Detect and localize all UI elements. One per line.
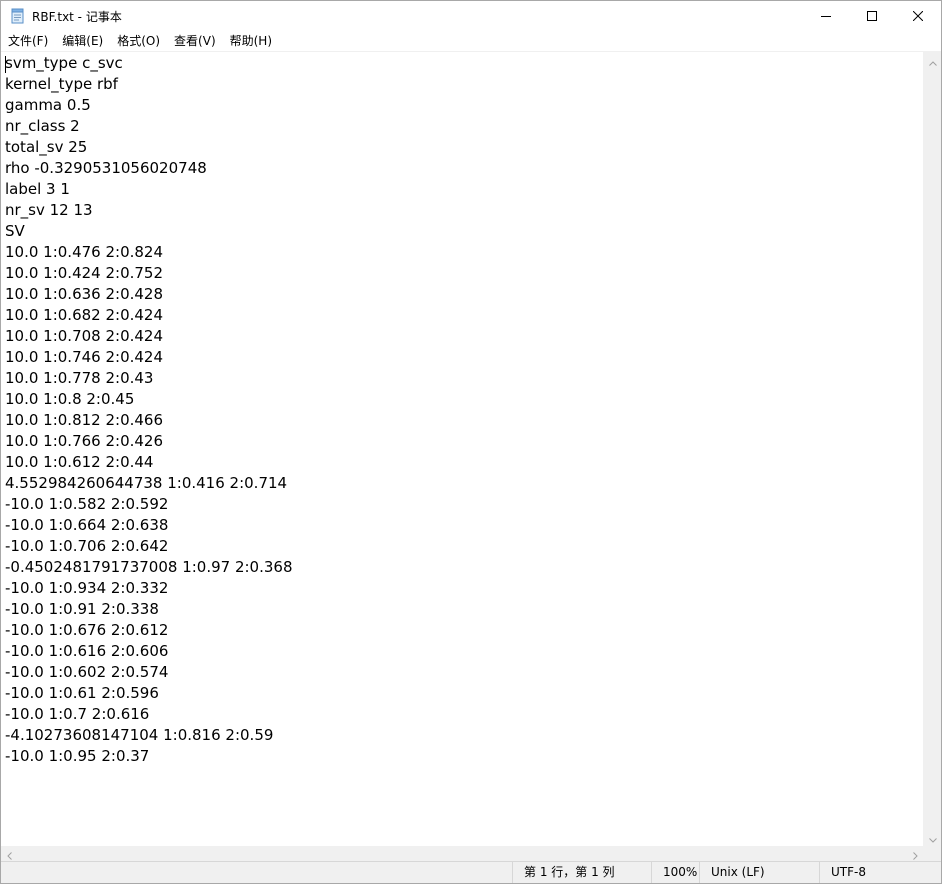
maximize-button[interactable] xyxy=(849,1,895,31)
chevron-up-icon xyxy=(928,51,937,70)
text-line[interactable]: nr_class 2 xyxy=(5,116,293,137)
status-bar: 第 1 行，第 1 列 100% Unix (LF) UTF-8 xyxy=(1,861,941,883)
text-line[interactable]: 10.0 1:0.612 2:0.44 xyxy=(5,452,293,473)
chevron-down-icon xyxy=(928,828,937,847)
encoding: UTF-8 xyxy=(819,862,941,883)
editor-content[interactable]: svm_type c_svc kernel_type rbf gamma 0.5 nr… xyxy=(5,53,293,767)
text-line[interactable]: 10.0 1:0.424 2:0.752 xyxy=(5,263,293,284)
text-line[interactable]: -10.0 1:0.582 2:0.592 xyxy=(5,494,293,515)
text-line[interactable]: svm_type c_svc xyxy=(5,53,293,74)
minimize-icon xyxy=(821,11,831,21)
menu-bar: 文件(F) 编辑(E) 格式(O) 查看(V) 帮助(H) xyxy=(1,31,941,52)
text-line[interactable]: -10.0 1:0.7 2:0.616 xyxy=(5,704,293,725)
text-line[interactable]: total_sv 25 xyxy=(5,137,293,158)
text-line[interactable]: label 3 1 xyxy=(5,179,293,200)
text-line[interactable]: 10.0 1:0.778 2:0.43 xyxy=(5,368,293,389)
minimize-button[interactable] xyxy=(803,1,849,31)
menu-help[interactable]: 帮助(H) xyxy=(223,31,279,51)
text-line[interactable]: 10.0 1:0.766 2:0.426 xyxy=(5,431,293,452)
text-line[interactable]: -10.0 1:0.934 2:0.332 xyxy=(5,578,293,599)
text-line[interactable]: -10.0 1:0.95 2:0.37 xyxy=(5,746,293,767)
vertical-scrollbar[interactable] xyxy=(923,52,941,846)
menu-edit[interactable]: 编辑(E) xyxy=(55,31,110,51)
text-line[interactable]: kernel_type rbf xyxy=(5,74,293,95)
text-line[interactable]: rho -0.3290531056020748 xyxy=(5,158,293,179)
window-controls xyxy=(803,1,941,31)
text-line[interactable]: nr_sv 12 13 xyxy=(5,200,293,221)
close-icon xyxy=(913,11,923,21)
cursor-position: 第 1 行，第 1 列 xyxy=(512,862,651,883)
text-line[interactable]: 10.0 1:0.708 2:0.424 xyxy=(5,326,293,347)
menu-format[interactable]: 格式(O) xyxy=(110,31,167,51)
scroll-down-button[interactable] xyxy=(924,829,941,846)
text-line[interactable]: SV xyxy=(5,221,293,242)
text-line[interactable]: 10.0 1:0.682 2:0.424 xyxy=(5,305,293,326)
line-ending: Unix (LF) xyxy=(699,862,819,883)
text-line[interactable]: -4.10273608147104 1:0.816 2:0.59 xyxy=(5,725,293,746)
menu-view[interactable]: 查看(V) xyxy=(167,31,223,51)
text-line[interactable]: gamma 0.5 xyxy=(5,95,293,116)
menu-file[interactable]: 文件(F) xyxy=(1,31,55,51)
text-line[interactable]: 10.0 1:0.8 2:0.45 xyxy=(5,389,293,410)
maximize-icon xyxy=(867,11,877,21)
text-line[interactable]: 10.0 1:0.746 2:0.424 xyxy=(5,347,293,368)
title-bar[interactable]: RBF.txt - 记事本 xyxy=(1,1,941,31)
close-button[interactable] xyxy=(895,1,941,31)
text-line[interactable]: 10.0 1:0.476 2:0.824 xyxy=(5,242,293,263)
text-line[interactable]: 4.552984260644738 1:0.416 2:0.714 xyxy=(5,473,293,494)
text-line[interactable]: -10.0 1:0.91 2:0.338 xyxy=(5,599,293,620)
window-title: RBF.txt - 记事本 xyxy=(32,9,122,24)
text-caret xyxy=(5,56,6,73)
scroll-up-button[interactable] xyxy=(924,52,941,69)
text-line[interactable]: -10.0 1:0.602 2:0.574 xyxy=(5,662,293,683)
text-line[interactable]: -0.4502481791737008 1:0.97 2:0.368 xyxy=(5,557,293,578)
text-line[interactable]: -10.0 1:0.664 2:0.638 xyxy=(5,515,293,536)
text-line[interactable]: -10.0 1:0.61 2:0.596 xyxy=(5,683,293,704)
text-editor[interactable]: svm_type c_svc kernel_type rbf gamma 0.5 nr… xyxy=(1,52,924,846)
text-line[interactable]: 10.0 1:0.812 2:0.466 xyxy=(5,410,293,431)
zoom-level: 100% xyxy=(651,862,699,883)
notepad-window: RBF.txt - 记事本 文件(F) 编辑(E) 格式(O) 查看(V) 帮助… xyxy=(0,0,942,884)
text-line[interactable]: -10.0 1:0.616 2:0.606 xyxy=(5,641,293,662)
text-line[interactable]: 10.0 1:0.636 2:0.428 xyxy=(5,284,293,305)
notepad-icon xyxy=(10,8,26,24)
text-line[interactable]: -10.0 1:0.676 2:0.612 xyxy=(5,620,293,641)
text-line[interactable]: -10.0 1:0.706 2:0.642 xyxy=(5,536,293,557)
